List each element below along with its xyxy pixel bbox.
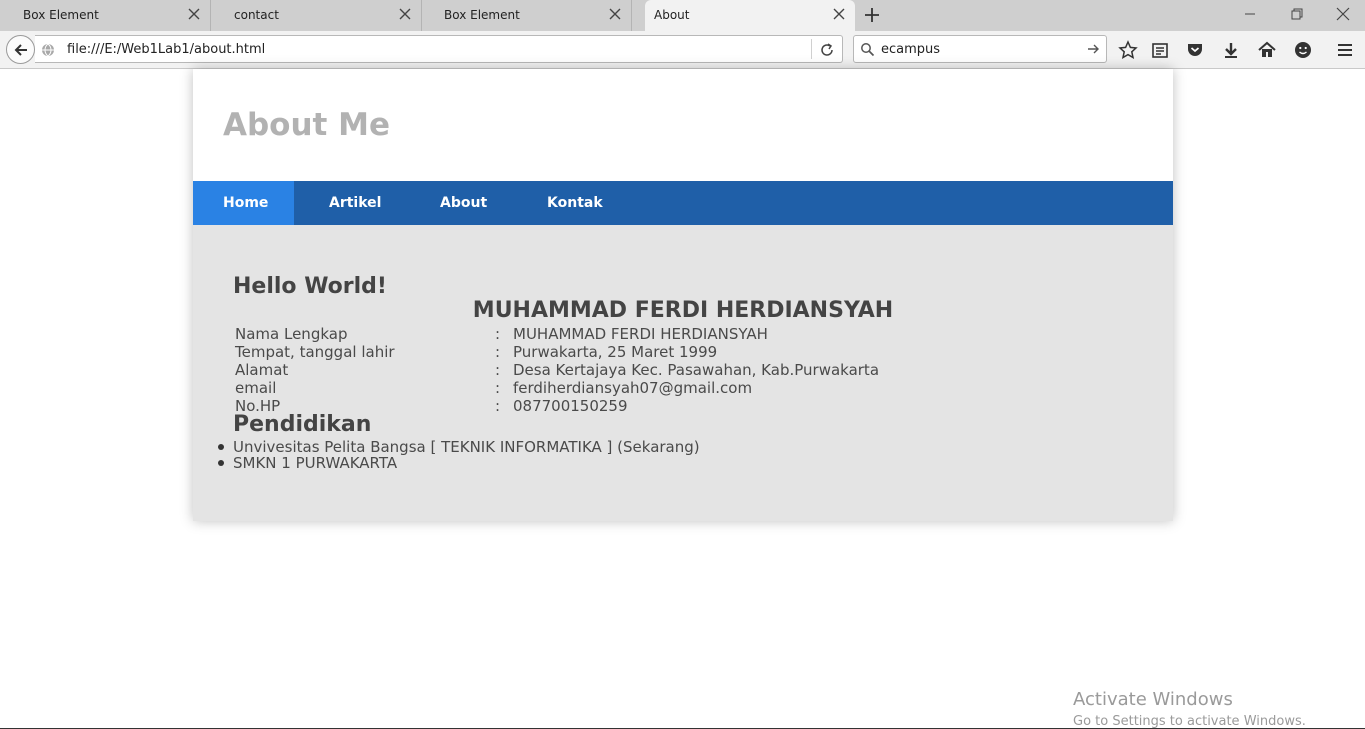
globe-icon [42,43,54,57]
tab-box-element-1[interactable]: Box Element [0,0,211,31]
bullet-icon [218,444,224,450]
bio-colon: : [495,379,501,397]
new-tab-icon[interactable] [862,5,882,25]
bio-value: Purwakarta, 25 Maret 1999 [513,343,718,361]
feedback-smiley-icon[interactable] [1293,40,1313,60]
tab-title: About [654,8,690,22]
bio-value: MUHAMMAD FERDI HERDIANSYAH [513,325,768,343]
back-arrow-icon [14,44,27,56]
bullet-icon [218,460,224,466]
menu-item-kontak[interactable]: Kontak [547,181,603,225]
tab-box-element-2[interactable]: Box Element [421,0,632,31]
search-input[interactable]: ecampus [881,42,940,57]
back-button[interactable] [6,35,35,64]
pocket-icon[interactable] [1185,40,1205,60]
bio-value: Desa Kertajaya Kec. Pasawahan, Kab.Purwa… [513,361,880,379]
bio-label: Alamat [235,361,289,379]
hamburger-menu-icon[interactable] [1335,40,1355,60]
list-item: SMKN 1 PURWAKARTA [218,454,398,472]
tab-title: contact [234,8,279,22]
activation-watermark-title: Activate Windows [1073,689,1233,710]
restore-icon[interactable] [1288,5,1306,23]
tab-about[interactable]: About [645,0,855,31]
greeting-heading: Hello World! [233,274,387,299]
menu-item-artikel[interactable]: Artikel [329,181,381,225]
full-name-heading: MUHAMMAD FERDI HERDIANSYAH [472,298,894,323]
bio-label: Tempat, tanggal lahir [235,343,395,361]
activation-watermark-subtitle: Go to Settings to activate Windows. [1073,714,1306,729]
menu-item-about[interactable]: About [440,181,487,225]
bio-label: email [235,379,277,397]
tab-contact[interactable]: contact [211,0,422,31]
bookmark-star-icon[interactable] [1118,40,1138,60]
divider [811,39,812,59]
education-heading: Pendidikan [233,412,372,437]
search-bar[interactable]: ecampus [853,35,1107,63]
education-item-text: SMKN 1 PURWAKARTA [233,454,398,472]
tab-title: Box Element [444,8,520,22]
bio-colon: : [495,343,501,361]
bio-label: Nama Lengkap [235,325,348,343]
arrow-right-icon[interactable] [1086,42,1100,56]
close-icon[interactable] [397,6,413,22]
page-header: About Me [193,69,1173,181]
page-title: About Me [223,107,391,143]
tab-title: Box Element [23,8,99,22]
tab-bar: Box Element contact Box Element About [0,0,1365,31]
home-icon[interactable] [1257,40,1277,60]
minimize-icon[interactable] [1241,5,1259,23]
page-container: About Me Home Artikel About Kontak Hello… [193,69,1173,521]
reading-list-icon[interactable] [1150,40,1170,60]
bio-colon: : [495,397,501,415]
search-icon [861,43,875,57]
bio-colon: : [495,325,501,343]
url-bar[interactable]: file:///E:/Web1Lab1/about.html [35,35,843,63]
url-text[interactable]: file:///E:/Web1Lab1/about.html [67,42,265,57]
close-icon[interactable] [186,6,202,22]
bio-value: 087700150259 [513,397,628,415]
navigation-toolbar: file:///E:/Web1Lab1/about.html ecampus [0,31,1365,69]
bio-value: ferdiherdiansyah07@gmail.com [513,379,753,397]
main-menu: Home Artikel About Kontak [193,181,1173,225]
close-icon[interactable] [607,6,623,22]
close-icon[interactable] [831,6,847,22]
close-window-icon[interactable] [1334,5,1352,23]
reload-icon[interactable] [819,42,835,58]
bio-colon: : [495,361,501,379]
download-icon[interactable] [1221,40,1241,60]
menu-item-home[interactable]: Home [193,181,294,225]
